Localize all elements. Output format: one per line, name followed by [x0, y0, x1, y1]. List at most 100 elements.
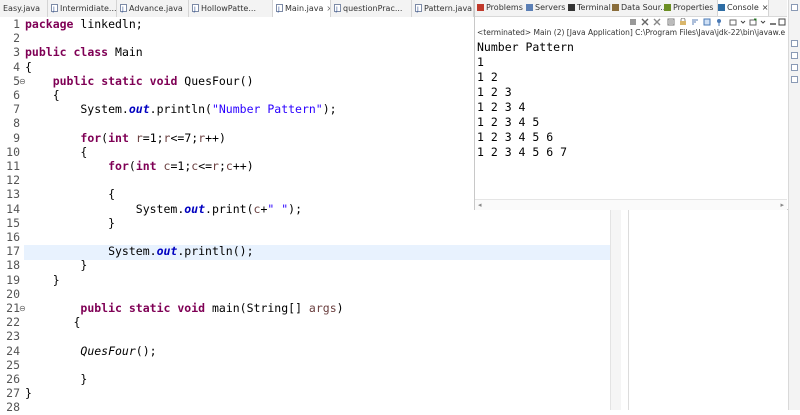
panel-tab-label: Servers: [535, 3, 566, 12]
terminal-icon: [568, 4, 575, 11]
code-text: System.out.println();: [25, 244, 254, 259]
console-panel: Problems Servers Terminal Data Sour... Prope…: [474, 0, 788, 210]
line-number: 22: [6, 315, 20, 330]
outline-icon[interactable]: [791, 40, 798, 47]
code-text: QuesFour();: [80, 343, 157, 358]
code-line[interactable]: 22 {: [0, 315, 610, 330]
code-line[interactable]: 20: [0, 287, 610, 302]
panel-tab[interactable]: Console ×: [717, 0, 770, 16]
code-line[interactable]: 24 QuesFour();: [0, 344, 610, 359]
panel-divider: [628, 210, 629, 410]
line-number: 28: [6, 400, 20, 415]
console-output-line: 1 2: [477, 70, 498, 84]
code-line[interactable]: 27}: [0, 386, 610, 401]
remove-launch-icon[interactable]: [641, 18, 649, 26]
code-text: package linkedln;: [25, 17, 143, 31]
code-line[interactable]: 18 }: [0, 258, 610, 273]
panel-tab-label: Console: [727, 3, 759, 12]
console-output-line: 1 2 3 4: [477, 100, 526, 114]
clear-console-icon[interactable]: [667, 18, 675, 26]
code-line[interactable]: 17 System.out.println();: [0, 244, 610, 259]
console-output-line: Number Pattern: [477, 40, 574, 54]
problems-icon: [477, 4, 484, 11]
display-console-icon[interactable]: [729, 18, 737, 26]
console-view-icon[interactable]: [791, 64, 798, 71]
code-line[interactable]: 25: [0, 358, 610, 373]
code-text: {: [25, 315, 81, 330]
console-horizontal-scrollbar[interactable]: ◂ ▸: [475, 199, 787, 210]
panel-tab[interactable]: Servers: [526, 0, 565, 16]
code-text: for(int r=1;r<=7;r++): [80, 130, 226, 145]
code-line[interactable]: 28: [0, 400, 610, 415]
maximize-icon[interactable]: [778, 18, 786, 26]
console-icon: [718, 4, 725, 11]
word-wrap-icon[interactable]: [691, 18, 699, 26]
console-output[interactable]: Number Pattern 1 1 21 2 31 2 3 41 2 3 4 51…: [477, 40, 574, 160]
scroll-lock-icon[interactable]: [679, 18, 687, 26]
editor-tab-label: Advance.java: [129, 4, 183, 13]
minimize-icon[interactable]: [769, 18, 777, 26]
open-console-icon[interactable]: [749, 18, 757, 26]
code-text: {: [25, 59, 32, 74]
editor-tab[interactable]: Pattern.java: [412, 0, 474, 17]
console-output-line: 1: [477, 55, 484, 69]
problems-view-icon[interactable]: [791, 76, 798, 83]
chevron-down-icon[interactable]: [759, 18, 767, 26]
code-line[interactable]: 15 }: [0, 216, 610, 231]
scroll-left-icon[interactable]: ◂: [478, 200, 482, 210]
pin-console-icon[interactable]: [715, 18, 723, 26]
line-number: 13: [6, 187, 20, 202]
terminate-icon[interactable]: [629, 18, 637, 26]
code-line[interactable]: 16: [0, 230, 610, 245]
show-console-icon[interactable]: [703, 18, 711, 26]
code-text: }: [25, 215, 116, 230]
line-number: 5: [13, 73, 20, 88]
code-line[interactable]: 21 ⊖ public static void main(String[] arg…: [0, 301, 610, 316]
code-text: {: [25, 187, 116, 202]
code-text: public static void QuesFour(): [52, 73, 254, 88]
code-line[interactable]: 23: [0, 329, 610, 344]
line-number: 9: [13, 130, 20, 145]
console-output-line: 1 2 3 4 5 6: [477, 130, 554, 144]
editor-tab-label: Pattern.java: [424, 4, 473, 13]
line-number: 6: [13, 88, 20, 102]
line-number: 4: [13, 59, 20, 74]
code-text: public static void main(String[] args): [80, 301, 344, 315]
line-number: 26: [6, 372, 20, 386]
editor-tab[interactable]: Main.java×: [273, 0, 331, 17]
editor-tab[interactable]: Advance.java: [117, 0, 189, 17]
code-text: }: [25, 372, 88, 386]
chevron-down-icon[interactable]: [739, 18, 747, 26]
task-list-icon[interactable]: [791, 52, 798, 59]
editor-tab[interactable]: Easy.java: [0, 0, 48, 17]
editor-tab[interactable]: Intermidiate...: [48, 0, 117, 17]
code-text: {: [25, 88, 60, 102]
code-text: for(int c=1;c<=r;c++): [108, 159, 254, 173]
editor-tab[interactable]: HollowPatte...: [189, 0, 273, 17]
code-line[interactable]: 26 }: [0, 372, 610, 387]
panel-tab[interactable]: Properties: [664, 0, 713, 16]
code-text: }: [25, 386, 32, 401]
panel-tab[interactable]: Terminal: [568, 0, 611, 16]
close-icon[interactable]: ×: [762, 3, 769, 12]
line-number: 21: [6, 301, 20, 315]
code-text: }: [25, 272, 60, 287]
code-text: System.out.print(c+" ");: [25, 201, 303, 216]
line-number: 16: [6, 230, 20, 244]
panel-tab[interactable]: Data Sour...: [612, 0, 668, 16]
data-source-icon: [612, 4, 619, 11]
editor-tab-label: Intermidiate...: [60, 4, 117, 13]
servers-icon: [526, 4, 533, 11]
line-number: 11: [6, 159, 20, 173]
panel-tab[interactable]: Problems: [477, 0, 523, 16]
line-number: 20: [6, 286, 20, 301]
editor-tab[interactable]: questionPrac...: [331, 0, 412, 17]
scroll-right-icon[interactable]: ▸: [780, 200, 784, 210]
console-output-line: 1 2 3: [477, 85, 512, 99]
line-number: 1: [13, 17, 20, 31]
editor-tab-label: HollowPatte...: [201, 4, 256, 13]
code-line[interactable]: 19 }: [0, 273, 610, 288]
code-text: System.out.println("Number Pattern");: [25, 102, 337, 117]
view-menu-icon[interactable]: [791, 4, 798, 11]
remove-all-icon[interactable]: [653, 18, 661, 26]
